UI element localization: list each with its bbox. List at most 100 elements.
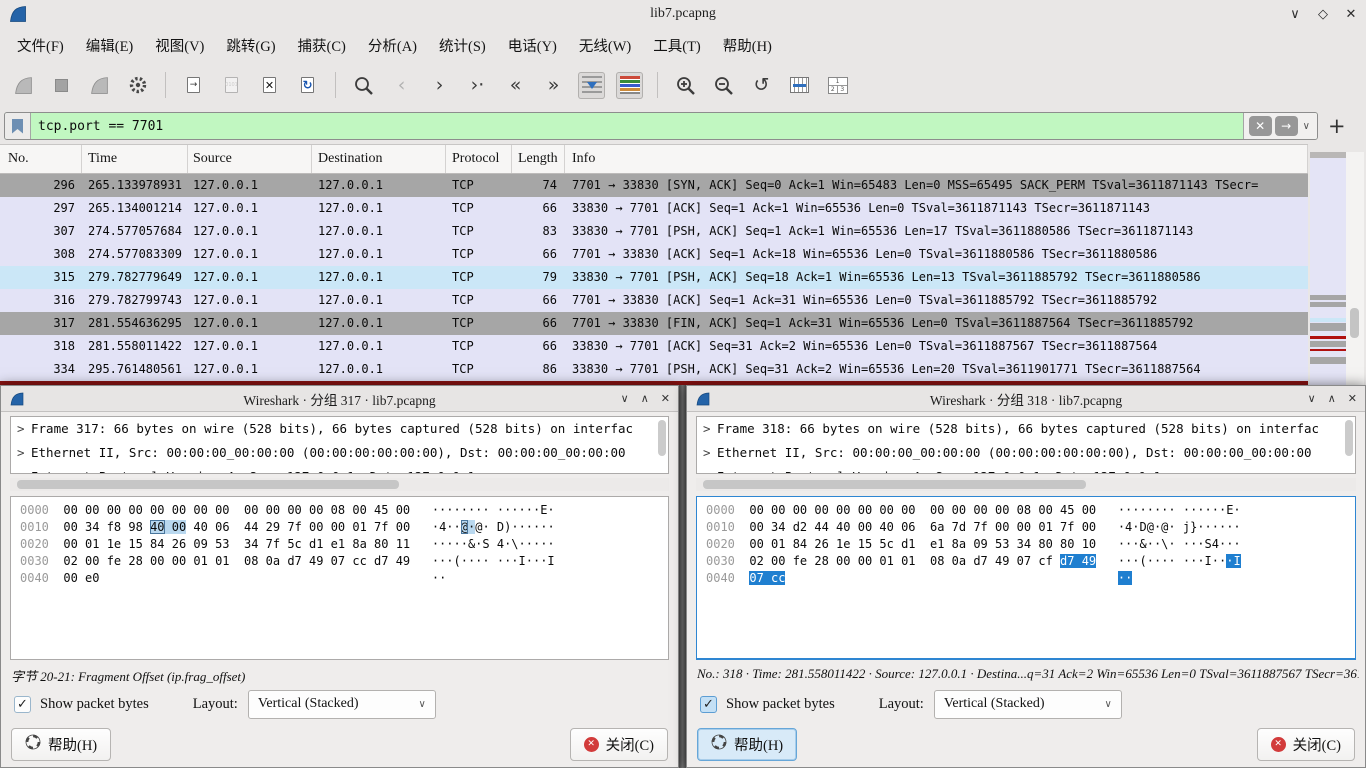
maximize-button[interactable]: ◇ (1314, 6, 1332, 22)
colorize-packets-button[interactable] (616, 72, 643, 99)
expander-icon[interactable]: > (703, 417, 717, 441)
cell: 127.0.0.1 (312, 197, 446, 220)
menu-item-go[interactable]: 跳转(G) (215, 35, 286, 56)
dialog-close-button[interactable]: ✕ (661, 392, 670, 405)
display-filter-input[interactable]: tcp.port == 7701 (31, 119, 1243, 134)
filter-clear-button[interactable]: ✕ (1249, 116, 1272, 136)
menu-item-telephony[interactable]: 电话(Y) (497, 35, 568, 56)
column-header-destination[interactable]: Destination (312, 145, 446, 173)
packet-row-316[interactable]: 316279.782799743127.0.0.1127.0.0.1TCP667… (0, 289, 1308, 312)
filter-bookmark-button[interactable] (5, 113, 31, 139)
packet-row-315[interactable]: 315279.782779649127.0.0.1127.0.0.1TCP793… (0, 266, 1308, 289)
menu-item-capture[interactable]: 捕获(C) (287, 35, 357, 56)
packet-list-scrollbar[interactable] (1346, 152, 1364, 385)
filter-dropdown-icon[interactable]: ∨ (1301, 121, 1312, 132)
packet-details-tree[interactable]: >Frame 318: 66 bytes on wire (528 bits),… (696, 416, 1356, 474)
layout-select[interactable]: Vertical (Stacked) ∨ (934, 690, 1122, 719)
packet-bytes-pane[interactable]: 0000 00 00 00 00 00 00 00 00 00 00 00 00… (10, 496, 669, 660)
auto-scroll-button[interactable] (578, 72, 605, 99)
layout-pages-button[interactable]: 123 (824, 72, 851, 99)
expander-icon[interactable]: > (17, 417, 31, 441)
reload-file-button[interactable] (294, 72, 321, 99)
tree-horizontal-scrollbar[interactable] (10, 478, 669, 491)
tree-row[interactable]: >Frame 317: 66 bytes on wire (528 bits),… (11, 417, 668, 441)
go-first-button[interactable]: « (502, 72, 529, 99)
cell: 127.0.0.1 (188, 289, 312, 312)
tree-row[interactable]: >Internet Protocol Version 4, Src: 127.0… (697, 465, 1355, 474)
dialog-minimize-button[interactable]: ∨ (621, 392, 629, 405)
tree-row-text: Ethernet II, Src: 00:00:00_00:00:00 (00:… (717, 445, 1312, 460)
column-header-time[interactable]: Time (82, 145, 188, 173)
menu-item-wireless[interactable]: 无线(W) (568, 35, 642, 56)
menu-item-statistics[interactable]: 统计(S) (428, 35, 497, 56)
scrollbar-thumb[interactable] (1350, 308, 1359, 338)
column-header-length[interactable]: Length (512, 145, 565, 173)
layout-select[interactable]: Vertical (Stacked) ∨ (248, 690, 436, 719)
dialog-maximize-button[interactable]: ∧ (641, 392, 649, 405)
expander-icon[interactable]: > (17, 441, 31, 465)
cell: 127.0.0.1 (188, 312, 312, 335)
dialog-maximize-button[interactable]: ∧ (1328, 392, 1336, 405)
dialog-close-button[interactable]: ✕ (1348, 392, 1357, 405)
packet-row-334[interactable]: 334295.761480561127.0.0.1127.0.0.1TCP863… (0, 358, 1308, 381)
help-button[interactable]: 帮助(H) (11, 728, 111, 761)
menu-item-tools[interactable]: 工具(T) (642, 35, 712, 56)
packet-bytes-pane[interactable]: 0000 00 00 00 00 00 00 00 00 00 00 00 00… (696, 496, 1356, 660)
close-file-button[interactable] (256, 72, 283, 99)
go-to-packet-button[interactable]: ›· (464, 72, 491, 99)
zoom-in-button[interactable] (672, 72, 699, 99)
zoom-reset-button[interactable]: ↺ (748, 72, 775, 99)
packet-row-308[interactable]: 308274.577083309127.0.0.1127.0.0.1TCP667… (0, 243, 1308, 266)
column-header-info[interactable]: Info (565, 145, 1308, 173)
help-button[interactable]: 帮助(H) (697, 728, 797, 761)
packet-row-317[interactable]: 317281.554636295127.0.0.1127.0.0.1TCP667… (0, 312, 1308, 335)
close-button[interactable]: ✕ 关闭(C) (570, 728, 668, 761)
cell: TCP (446, 358, 512, 381)
column-header-no[interactable]: No. (0, 145, 82, 173)
packet-row-318[interactable]: 318281.558011422127.0.0.1127.0.0.1TCP663… (0, 335, 1308, 358)
menu-item-edit[interactable]: 编辑(E) (75, 35, 145, 56)
menu-item-analyze[interactable]: 分析(A) (357, 35, 428, 56)
tree-row[interactable]: >Ethernet II, Src: 00:00:00_00:00:00 (00… (11, 441, 668, 465)
packet-row-296[interactable]: 296265.133978931127.0.0.1127.0.0.1TCP747… (0, 174, 1308, 197)
show-packet-bytes-checkbox[interactable]: ✓ (700, 696, 717, 713)
packet-row-307[interactable]: 307274.577057684127.0.0.1127.0.0.1TCP833… (0, 220, 1308, 243)
tree-row[interactable]: >Ethernet II, Src: 00:00:00_00:00:00 (00… (697, 441, 1355, 465)
expander-icon[interactable]: > (17, 465, 31, 474)
zoom-out-button[interactable] (710, 72, 737, 99)
menu-item-help[interactable]: 帮助(H) (712, 35, 783, 56)
go-forward-button[interactable]: › (426, 72, 453, 99)
capture-options-button[interactable] (124, 72, 151, 99)
menu-item-file[interactable]: 文件(F) (6, 35, 75, 56)
find-packet-button[interactable] (350, 72, 377, 99)
packet-details-tree[interactable]: >Frame 317: 66 bytes on wire (528 bits),… (10, 416, 669, 474)
tree-row[interactable]: >Frame 318: 66 bytes on wire (528 bits),… (697, 417, 1355, 441)
column-header-protocol[interactable]: Protocol (446, 145, 512, 173)
expander-icon[interactable]: > (703, 465, 717, 474)
horizontal-scrollbar-thumb[interactable] (703, 480, 1086, 489)
filter-add-button[interactable]: + (1328, 116, 1346, 137)
go-last-button[interactable]: » (540, 72, 567, 99)
intelligent-scrollbar-minimap[interactable] (1310, 152, 1346, 385)
tree-scrollbar-thumb[interactable] (1345, 420, 1353, 456)
resize-columns-button[interactable] (786, 72, 813, 99)
display-filter-bar[interactable]: tcp.port == 7701 ✕ → ∨ (4, 112, 1318, 140)
close-button[interactable]: ✕ 关闭(C) (1257, 728, 1355, 761)
horizontal-scrollbar-thumb[interactable] (17, 480, 399, 489)
filter-apply-button[interactable]: → (1275, 116, 1298, 136)
minimize-button[interactable]: ∨ (1286, 6, 1304, 22)
tree-horizontal-scrollbar[interactable] (696, 478, 1356, 491)
dialog-minimize-button[interactable]: ∨ (1308, 392, 1316, 405)
column-header-source[interactable]: Source (188, 145, 312, 173)
tree-scrollbar-thumb[interactable] (658, 420, 666, 456)
wireshark-logo-icon (9, 391, 25, 407)
tree-row[interactable]: >Internet Protocol Version 4, Src: 127.0… (11, 465, 668, 474)
open-file-button[interactable] (180, 72, 207, 99)
expander-icon[interactable]: > (703, 441, 717, 465)
screen: lib7.pcapng ∨ ◇ ✕ 文件(F)编辑(E)视图(V)跳转(G)捕获… (0, 0, 1366, 768)
menu-item-view[interactable]: 视图(V) (144, 35, 215, 56)
packet-row-297[interactable]: 297265.134001214127.0.0.1127.0.0.1TCP663… (0, 197, 1308, 220)
show-packet-bytes-checkbox[interactable]: ✓ (14, 696, 31, 713)
close-window-button[interactable]: ✕ (1342, 6, 1360, 22)
hex-line: 0020 00 01 84 26 1e 15 5c d1 e1 8a 09 53… (706, 536, 1355, 553)
